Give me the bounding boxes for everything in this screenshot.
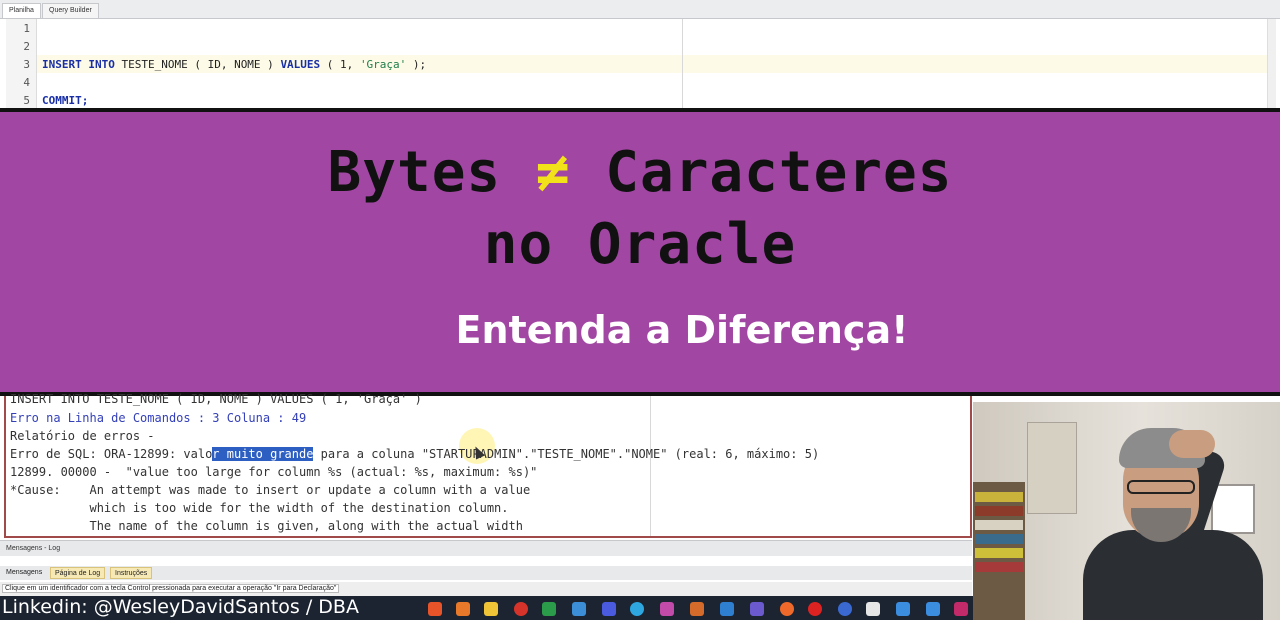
tab-instrucoes[interactable]: Instruções — [110, 567, 153, 579]
sql-text: ( 1, — [320, 58, 360, 71]
title-bytes: Bytes — [327, 140, 536, 205]
docs-icon[interactable] — [896, 602, 910, 616]
code-line-commit[interactable]: COMMIT; — [42, 94, 88, 107]
book — [975, 562, 1023, 572]
line-number-gutter: 1 2 3 4 5 — [6, 19, 37, 108]
line-number: 3 — [23, 58, 30, 71]
line-number: 5 — [23, 94, 30, 107]
sql-worksheet: Planilha Query Builder 1 2 3 4 5 INSERT … — [0, 0, 1280, 108]
sql-string: 'Graça' — [359, 58, 407, 71]
output-error-location: Erro na Linha de Comandos : 3 Coluna : 4… — [10, 411, 307, 425]
tab-planilha[interactable]: Planilha — [2, 3, 41, 18]
not-equal-symbol: ≠ — [535, 140, 571, 205]
output-error-code: 12899. 00000 - "value too large for colu… — [10, 465, 538, 479]
banner-title-line1: Bytes ≠ Caracteres — [0, 140, 1280, 205]
line-number: 2 — [23, 40, 30, 53]
title-banner: Bytes ≠ Caracteres no Oracle Entenda a D… — [0, 108, 1280, 396]
book — [975, 492, 1023, 502]
output-sql-error: Erro de SQL: ORA-12899: valor muito gran… — [10, 447, 819, 461]
selected-text[interactable]: r muito grande — [212, 447, 314, 461]
image-viewer-icon[interactable] — [542, 602, 556, 616]
jetbrains-icon[interactable] — [954, 602, 968, 616]
line-number: 1 — [23, 22, 30, 35]
opera-icon[interactable] — [514, 602, 528, 616]
person-glasses — [1127, 480, 1195, 494]
tab-query-builder[interactable]: Query Builder — [42, 3, 99, 18]
sql-developer-icon[interactable] — [690, 602, 704, 616]
log-panel-tabs: Mensagens Página de Log Instruções — [0, 566, 972, 580]
log-panel-title: Mensagens - Log — [0, 540, 972, 556]
sql-text: TESTE_NOME ( ID, NOME ) — [114, 58, 281, 71]
docs-icon[interactable] — [926, 602, 940, 616]
calculator-icon[interactable] — [602, 602, 616, 616]
teams-icon[interactable] — [750, 602, 764, 616]
banner-subtitle: Entenda a Diferença! — [455, 308, 909, 352]
sql-keyword: INSERT INTO — [42, 58, 115, 71]
error-text: para a coluna "STARTUPADMIN"."TESTE_NOME… — [313, 447, 820, 461]
banner-title-line2: no Oracle — [483, 212, 797, 277]
editor-margin-line — [682, 19, 683, 108]
tab-pagina-de-log[interactable]: Página de Log — [50, 567, 106, 579]
status-text: Clique em um identificador com a tecla C… — [2, 584, 340, 593]
sql-keyword: VALUES — [280, 58, 321, 71]
person-body — [1083, 530, 1263, 620]
book — [975, 548, 1023, 558]
output-cause-line: The name of the column is given, along w… — [10, 519, 523, 533]
status-bar: Clique em um identificador com a tecla C… — [0, 582, 972, 596]
vscode-icon[interactable] — [720, 602, 734, 616]
wall-frame — [1211, 484, 1255, 534]
book — [975, 520, 1023, 530]
title-caracteres: Caracteres — [570, 140, 953, 205]
brave-dev-icon[interactable] — [660, 602, 674, 616]
telegram-icon[interactable] — [630, 602, 644, 616]
tab-mensagens[interactable]: Mensagens — [2, 567, 46, 579]
output-cause-line: which is too wide for the width of the d… — [10, 501, 509, 515]
book — [975, 534, 1023, 544]
sql-text: ); — [406, 58, 427, 71]
brave-browser-icon[interactable] — [428, 602, 442, 616]
output-report-header: Relatório de erros - — [10, 429, 155, 443]
book — [975, 506, 1023, 516]
person-hand — [1169, 430, 1215, 458]
error-text: Erro de SQL: ORA-12899: valo — [10, 447, 213, 461]
bookshelf — [973, 482, 1025, 620]
brave-nightly-icon[interactable] — [456, 602, 470, 616]
wall-poster — [1027, 422, 1077, 514]
postman-icon[interactable] — [780, 602, 794, 616]
code-line-insert[interactable]: INSERT INTO TESTE_NOME ( ID, NOME ) VALU… — [42, 58, 426, 71]
webcam-overlay — [973, 402, 1280, 620]
worksheet-tabbar: Planilha Query Builder — [0, 0, 1280, 19]
linkedin-overlay: Linkedin: @WesleyDavidSantos / DBA — [2, 596, 359, 618]
line-number: 4 — [23, 76, 30, 89]
chrome-icon[interactable] — [838, 602, 852, 616]
editor-scrollbar[interactable] — [1267, 19, 1276, 108]
record-icon[interactable] — [808, 602, 822, 616]
output-cause-line: *Cause: An attempt was made to insert or… — [10, 483, 531, 497]
output-margin-line — [650, 396, 651, 536]
output-echo-line: INSERT INTO TESTE_NOME ( ID, NOME ) VALU… — [10, 392, 422, 406]
notion-icon[interactable] — [866, 602, 880, 616]
file-explorer-icon[interactable] — [484, 602, 498, 616]
notepad-icon[interactable] — [572, 602, 586, 616]
script-output-panel: INSERT INTO TESTE_NOME ( ID, NOME ) VALU… — [4, 392, 972, 538]
